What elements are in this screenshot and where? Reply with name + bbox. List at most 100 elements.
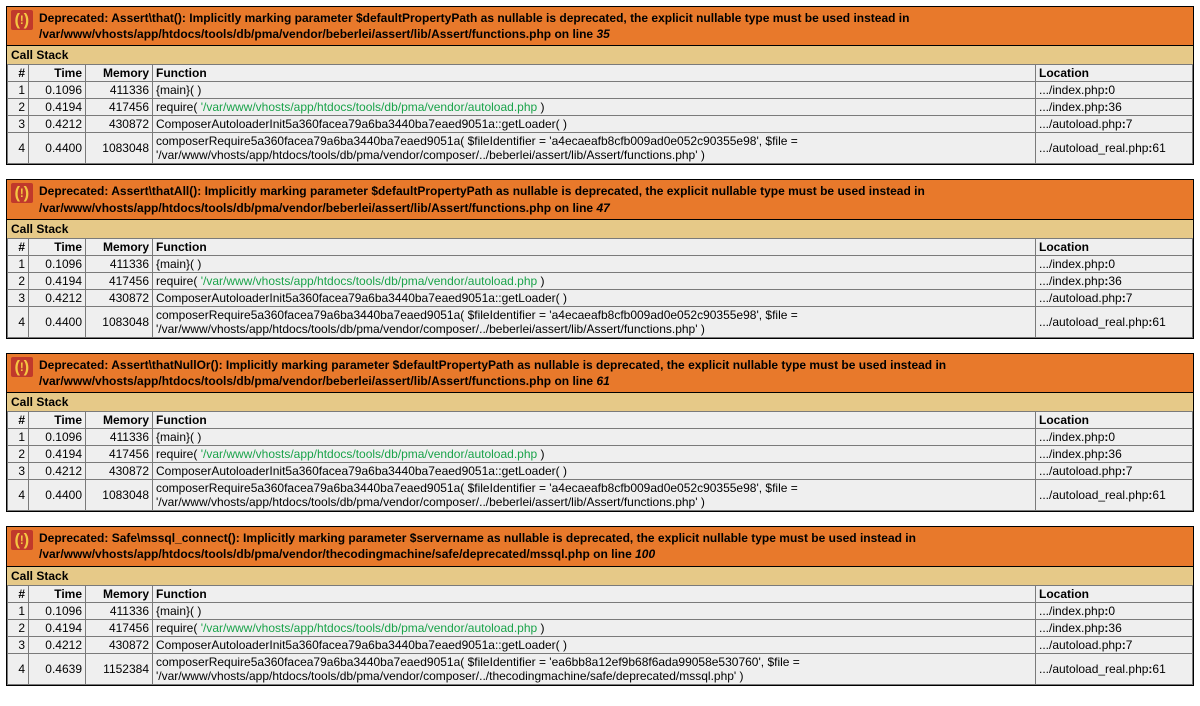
error-message-row: (!) Deprecated: Assert\thatNullOr(): Impl… [7, 354, 1193, 392]
table-row: 20.4194417456require( '/var/www/vhosts/a… [8, 619, 1193, 636]
loc-line: 0 [1108, 430, 1115, 444]
cell-index: 3 [8, 463, 29, 480]
fn-file-link[interactable]: '/var/www/vhosts/app/htdocs/tools/db/pma… [201, 447, 538, 461]
col-header-time: Time [29, 412, 86, 429]
fn-text: ComposerAutoloaderInit5a360facea79a6ba34… [156, 291, 567, 305]
cell-index: 1 [8, 602, 29, 619]
warning-icon: (!) [11, 357, 33, 377]
col-header-location: Location [1036, 412, 1193, 429]
error-prefix: Deprecated: Assert\thatAll(): Implicitly… [39, 184, 925, 198]
xdebug-error-block: (!)Deprecated: Assert\thatAll(): Implici… [6, 179, 1194, 338]
loc-line: 61 [1152, 662, 1165, 676]
cell-location: .../index.php:36 [1036, 272, 1193, 289]
cell-memory: 417456 [86, 619, 153, 636]
error-message-text: Deprecated: Assert\thatNullOr(): Implici… [39, 357, 1189, 389]
cell-time: 0.4194 [29, 272, 86, 289]
loc-path: .../index.php [1039, 100, 1104, 114]
loc-line: 61 [1152, 141, 1165, 155]
col-header-n: # [8, 412, 29, 429]
table-row: 30.4212430872ComposerAutoloaderInit5a360… [8, 636, 1193, 653]
loc-path: .../autoload_real.php [1039, 662, 1148, 676]
cell-time: 0.4194 [29, 99, 86, 116]
error-message-row: (!) Deprecated: Safe\mssql_connect(): Imp… [7, 527, 1193, 565]
error-message-text: Deprecated: Safe\mssql_connect(): Implic… [39, 530, 1189, 562]
cell-index: 3 [8, 289, 29, 306]
loc-path: .../index.php [1039, 447, 1104, 461]
col-header-location: Location [1036, 585, 1193, 602]
col-header-n: # [8, 238, 29, 255]
cell-function: composerRequire5a360facea79a6ba3440ba7ea… [153, 653, 1036, 684]
loc-path: .../autoload.php [1039, 117, 1122, 131]
cell-function: ComposerAutoloaderInit5a360facea79a6ba34… [153, 116, 1036, 133]
cell-index: 3 [8, 116, 29, 133]
col-header-location: Location [1036, 238, 1193, 255]
col-header-function: Function [153, 585, 1036, 602]
loc-path: .../index.php [1039, 83, 1104, 97]
callstack-table: #TimeMemoryFunctionLocation10.1096411336… [7, 64, 1193, 164]
cell-index: 1 [8, 429, 29, 446]
loc-path: .../index.php [1039, 604, 1104, 618]
error-online: on line [590, 547, 635, 561]
table-row: 40.44001083048composerRequire5a360facea7… [8, 306, 1193, 337]
cell-index: 4 [8, 133, 29, 164]
fn-text-post: ) [537, 100, 544, 114]
fn-file-link[interactable]: '/var/www/vhosts/app/htdocs/tools/db/pma… [201, 621, 538, 635]
xdebug-error-block: (!) Deprecated: Safe\mssql_connect(): Imp… [6, 526, 1194, 685]
cell-function: composerRequire5a360facea79a6ba3440ba7ea… [153, 306, 1036, 337]
svg-text:): ) [24, 530, 30, 549]
cell-location: .../autoload_real.php:61 [1036, 653, 1193, 684]
table-row: 20.4194417456require( '/var/www/vhosts/a… [8, 99, 1193, 116]
cell-memory: 1083048 [86, 133, 153, 164]
cell-time: 0.4194 [29, 446, 86, 463]
col-header-function: Function [153, 412, 1036, 429]
error-line-number: 100 [635, 547, 655, 561]
error-line-number: 47 [596, 201, 609, 215]
cell-function: {main}( ) [153, 255, 1036, 272]
loc-path: .../autoload_real.php [1039, 315, 1148, 329]
error-message-row: (!)Deprecated: Assert\thatAll(): Implici… [7, 180, 1193, 218]
col-header-function: Function [153, 238, 1036, 255]
fn-text: composerRequire5a360facea79a6ba3440ba7ea… [156, 308, 798, 336]
cell-location: .../index.php:0 [1036, 255, 1193, 272]
col-header-n: # [8, 65, 29, 82]
cell-function: composerRequire5a360facea79a6ba3440ba7ea… [153, 133, 1036, 164]
error-online: on line [551, 374, 596, 388]
fn-text: require( [156, 274, 201, 288]
cell-location: .../autoload.php:7 [1036, 463, 1193, 480]
cell-index: 1 [8, 82, 29, 99]
loc-path: .../autoload_real.php [1039, 141, 1148, 155]
warning-icon: (!) [11, 10, 33, 30]
fn-text: require( [156, 447, 201, 461]
table-row: 40.44001083048composerRequire5a360facea7… [8, 480, 1193, 511]
fn-file-link[interactable]: '/var/www/vhosts/app/htdocs/tools/db/pma… [201, 100, 538, 114]
col-header-n: # [8, 585, 29, 602]
loc-line: 7 [1126, 291, 1133, 305]
cell-memory: 411336 [86, 82, 153, 99]
error-message-text: Deprecated: Assert\that(): Implicitly ma… [39, 10, 1189, 42]
loc-path: .../autoload.php [1039, 291, 1122, 305]
warning-icon: (!) [11, 530, 33, 550]
col-header-function: Function [153, 65, 1036, 82]
fn-text: require( [156, 100, 201, 114]
callstack-table: #TimeMemoryFunctionLocation10.1096411336… [7, 411, 1193, 511]
cell-time: 0.1096 [29, 429, 86, 446]
cell-location: .../autoload_real.php:61 [1036, 133, 1193, 164]
cell-time: 0.4212 [29, 289, 86, 306]
cell-time: 0.4194 [29, 619, 86, 636]
cell-memory: 417456 [86, 446, 153, 463]
cell-function: require( '/var/www/vhosts/app/htdocs/too… [153, 446, 1036, 463]
loc-path: .../index.php [1039, 430, 1104, 444]
fn-file-link[interactable]: '/var/www/vhosts/app/htdocs/tools/db/pma… [201, 274, 538, 288]
loc-line: 0 [1108, 604, 1115, 618]
error-prefix: Deprecated: Assert\thatNullOr(): Implici… [39, 358, 946, 372]
error-file: /var/www/vhosts/app/htdocs/tools/db/pma/… [39, 27, 551, 41]
cell-location: .../autoload.php:7 [1036, 116, 1193, 133]
cell-memory: 430872 [86, 289, 153, 306]
cell-memory: 430872 [86, 636, 153, 653]
loc-line: 36 [1108, 447, 1121, 461]
cell-time: 0.1096 [29, 602, 86, 619]
table-row: 10.1096411336{main}( ).../index.php:0 [8, 602, 1193, 619]
cell-function: {main}( ) [153, 602, 1036, 619]
svg-text:): ) [24, 357, 30, 376]
table-row: 40.44001083048composerRequire5a360facea7… [8, 133, 1193, 164]
